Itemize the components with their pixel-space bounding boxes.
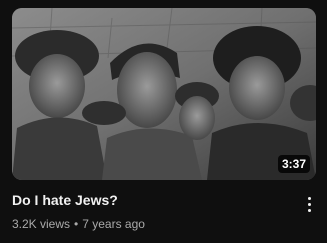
video-meta: Do I hate Jews? 3.2K views • 7 years ago bbox=[12, 190, 292, 232]
menu-dot bbox=[307, 202, 311, 206]
upload-age: 7 years ago bbox=[82, 217, 145, 231]
video-title[interactable]: Do I hate Jews? bbox=[12, 190, 292, 210]
menu-dot bbox=[307, 208, 311, 212]
video-stats: 3.2K views • 7 years ago bbox=[12, 216, 292, 232]
video-card: 3:37 Do I hate Jews? 3.2K views • 7 years … bbox=[0, 0, 327, 243]
thumbnail-photo bbox=[12, 8, 316, 180]
video-duration-badge: 3:37 bbox=[277, 155, 310, 173]
meta-separator: • bbox=[74, 217, 79, 231]
menu-dot bbox=[307, 196, 311, 200]
video-thumbnail[interactable]: 3:37 bbox=[12, 8, 316, 180]
more-vert-icon[interactable] bbox=[301, 192, 317, 216]
view-count: 3.2K views bbox=[12, 217, 71, 231]
